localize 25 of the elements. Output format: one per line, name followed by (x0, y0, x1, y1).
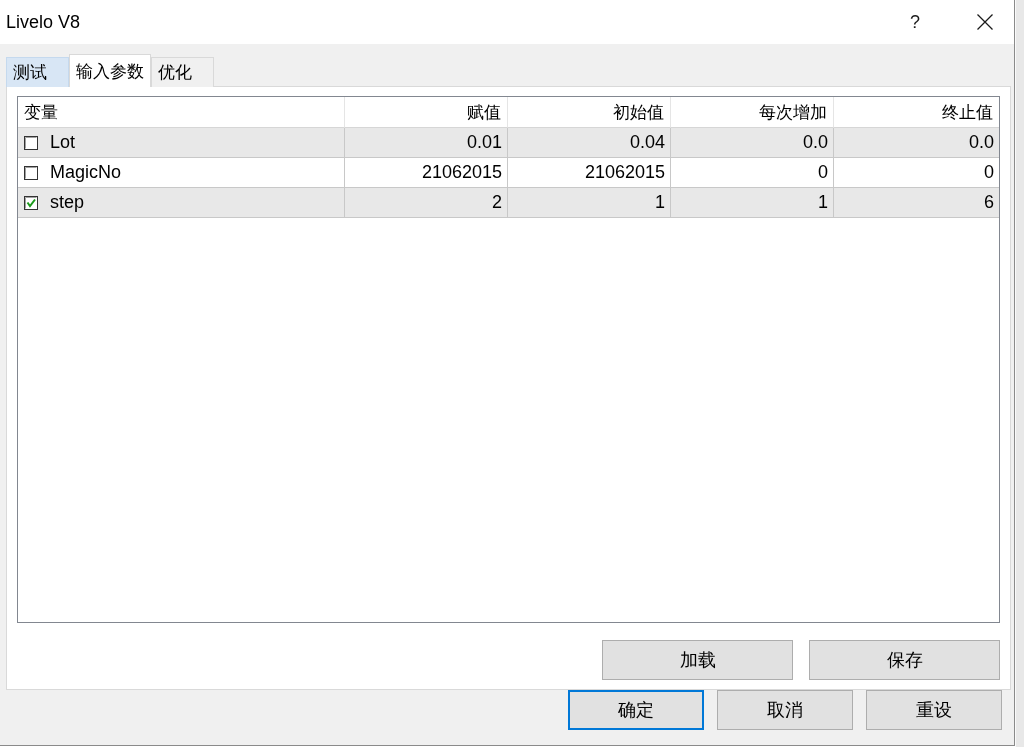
table-cell: 2 (345, 188, 508, 218)
checkbox[interactable] (24, 135, 38, 150)
table-cell: 1 (508, 188, 671, 218)
tab[interactable]: 优化 (151, 57, 214, 87)
close-icon (977, 14, 993, 30)
table-cell: 0.0 (834, 128, 999, 158)
table-cell: Lot (50, 132, 76, 153)
checkbox[interactable] (24, 195, 38, 210)
table-cell: step (50, 192, 85, 213)
dialog-button[interactable]: 重设 (866, 690, 1002, 730)
table-cell: 0.04 (508, 128, 671, 158)
table-cell: 0.0 (671, 128, 834, 158)
table-cell: 0.01 (345, 128, 508, 158)
panel-button[interactable]: 保存 (809, 640, 1000, 680)
panel-button[interactable]: 加载 (602, 640, 793, 680)
table-cell: 1 (671, 188, 834, 218)
tab[interactable]: 测试 (6, 57, 69, 87)
table-cell: 6 (834, 188, 999, 218)
dialog-button[interactable]: 取消 (717, 690, 853, 730)
dialog-button[interactable]: 确定 (568, 690, 704, 730)
help-button[interactable]: ? (892, 0, 938, 44)
table-cell: MagicNo (50, 162, 122, 183)
checkbox[interactable] (24, 165, 38, 180)
window-title: Livelo V8 (5, 11, 81, 33)
tab[interactable]: 输入参数 (69, 54, 151, 87)
